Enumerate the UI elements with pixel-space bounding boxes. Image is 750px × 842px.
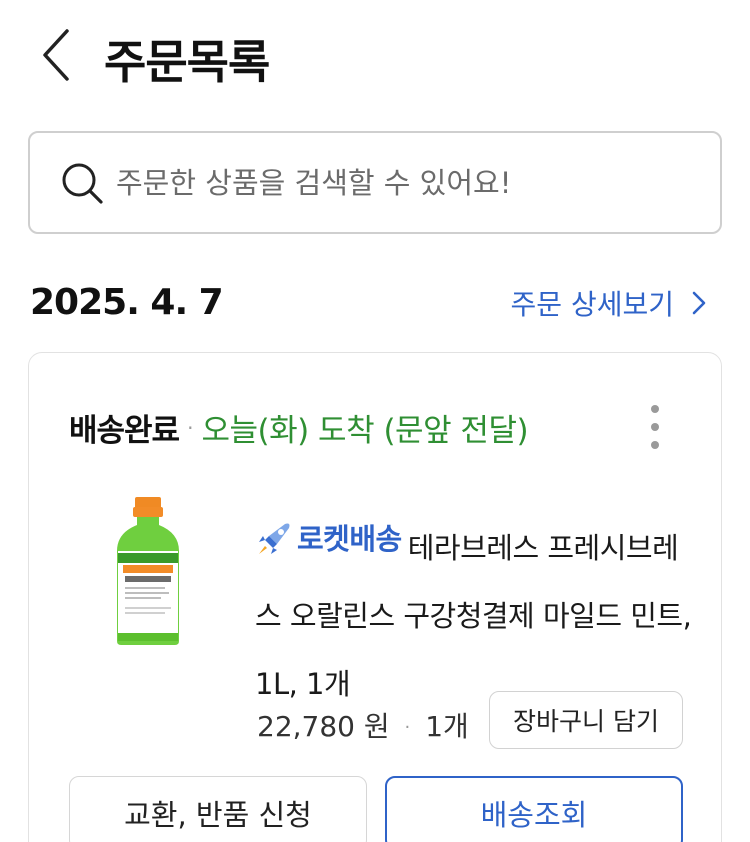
back-button[interactable] bbox=[28, 22, 84, 88]
delivery-info: 오늘(화) 도착 (문앞 전달) bbox=[201, 413, 529, 449]
search-bar[interactable] bbox=[28, 131, 722, 234]
search-icon bbox=[62, 163, 103, 204]
track-delivery-button[interactable]: 배송조회 bbox=[385, 776, 683, 842]
chevron-left-icon bbox=[43, 29, 69, 81]
search-input[interactable] bbox=[116, 152, 720, 213]
delivery-status: 배송완료 bbox=[69, 413, 180, 449]
product-quantity: 1개 bbox=[425, 710, 469, 743]
rocket-delivery-badge: 로켓배송 bbox=[255, 505, 408, 573]
order-detail-label: 주문 상세보기 bbox=[510, 288, 674, 321]
price-row: 22,780 원 · 1개 bbox=[257, 705, 469, 745]
order-date: 2025. 4. 7 bbox=[30, 282, 224, 323]
product-title[interactable]: 로켓배송 테라브레스 프레시브레스 오랄린스 구강청결제 마일드 민트, 1L,… bbox=[255, 505, 695, 718]
exchange-return-button[interactable]: 교환, 반품 신청 bbox=[69, 776, 367, 842]
add-to-cart-button[interactable]: 장바구니 담기 bbox=[489, 691, 683, 749]
product-price: 22,780 원 bbox=[257, 710, 390, 743]
order-card: 배송완료 · 오늘(화) 도착 (문앞 전달) 로켓배송 테라브레스 프레시브레… bbox=[28, 352, 722, 842]
app-header: 주문목록 bbox=[0, 0, 750, 115]
more-options-button[interactable] bbox=[645, 405, 665, 449]
price-separator: · bbox=[404, 717, 411, 738]
order-detail-link[interactable]: 주문 상세보기 bbox=[511, 283, 706, 323]
order-list-page: 주문목록 2025. 4. 7 주문 상세보기 배송완료 · 오늘(화) 도착 … bbox=[0, 0, 750, 842]
rocket-delivery-label: 로켓배송 bbox=[297, 522, 402, 556]
delivery-status-row: 배송완료 · 오늘(화) 도착 (문앞 전달) bbox=[69, 405, 529, 450]
status-separator: · bbox=[187, 415, 194, 440]
more-vertical-icon-dot bbox=[651, 441, 659, 449]
more-vertical-icon-dot bbox=[651, 423, 659, 431]
rocket-icon bbox=[259, 523, 290, 554]
product-image[interactable] bbox=[113, 495, 183, 647]
page-title: 주문목록 bbox=[104, 35, 270, 89]
more-vertical-icon-dot bbox=[651, 405, 659, 413]
chevron-right-icon bbox=[692, 291, 706, 315]
